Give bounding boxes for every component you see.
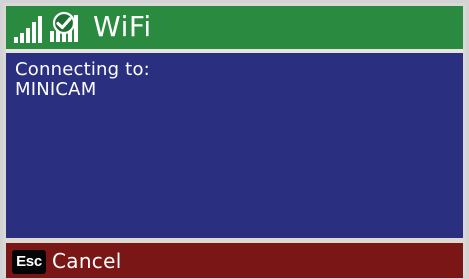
header-bar: WiFi — [6, 6, 463, 49]
connection-status-panel: Connecting to: MINICAM — [6, 53, 463, 238]
wifi-connection-screen: WiFi Connecting to: MINICAM Esc Cancel — [0, 0, 469, 279]
signal-strength-icon — [14, 16, 42, 43]
network-name: MINICAM — [15, 79, 97, 100]
cancel-label[interactable]: Cancel — [52, 248, 122, 274]
footer-bar: Esc Cancel — [6, 243, 463, 278]
connecting-label: Connecting to: — [15, 59, 150, 80]
wifi-status-check-icon — [50, 11, 78, 42]
page-title: WiFi — [93, 10, 152, 43]
esc-key-button[interactable]: Esc — [12, 250, 46, 274]
